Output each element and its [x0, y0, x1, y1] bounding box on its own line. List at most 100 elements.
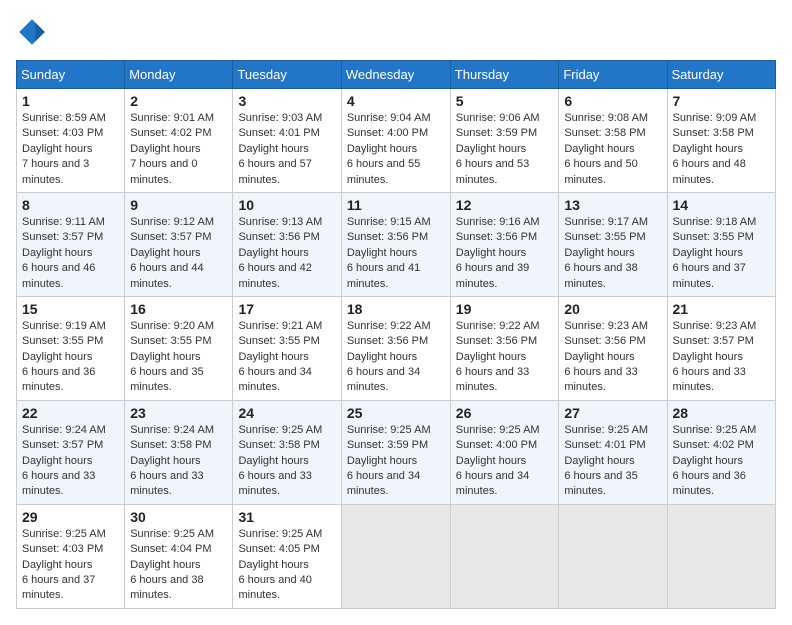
sunset-time: 3:58 PM [279, 439, 320, 451]
sunset-label: Sunset: [22, 231, 62, 243]
sunset-time: 3:57 PM [713, 335, 754, 347]
sunset-time: 3:56 PM [279, 231, 320, 243]
day-number: 15 [22, 301, 119, 317]
calendar-cell: 29 Sunrise: 9:25 AM Sunset: 4:03 PM Dayl… [17, 504, 125, 608]
sunset-time: 4:00 PM [496, 439, 537, 451]
calendar-cell: 1 Sunrise: 8:59 AM Sunset: 4:03 PM Dayli… [17, 89, 125, 193]
daylight-duration: 6 hours and 41 minutes. [347, 262, 420, 289]
sunrise-label: Sunrise: [130, 424, 173, 436]
sunset-time: 3:56 PM [387, 231, 428, 243]
sunrise-time: 9:06 AM [499, 112, 539, 124]
cell-info: Sunrise: 9:23 AM Sunset: 3:57 PM Dayligh… [673, 319, 771, 396]
sunrise-time: 9:21 AM [282, 320, 322, 332]
sunset-time: 4:01 PM [279, 127, 320, 139]
daylight-duration: 6 hours and 48 minutes. [673, 158, 746, 185]
day-number: 1 [22, 93, 119, 109]
day-number: 2 [130, 93, 227, 109]
daylight-label: Daylight hours [456, 455, 526, 467]
sunrise-time: 9:12 AM [174, 216, 214, 228]
cell-info: Sunrise: 9:11 AM Sunset: 3:57 PM Dayligh… [22, 215, 119, 292]
sunrise-label: Sunrise: [347, 424, 390, 436]
sunset-time: 3:57 PM [171, 231, 212, 243]
calendar-cell: 2 Sunrise: 9:01 AM Sunset: 4:02 PM Dayli… [125, 89, 233, 193]
sunrise-time: 9:15 AM [390, 216, 430, 228]
sunset-time: 3:57 PM [62, 231, 103, 243]
sunset-time: 3:58 PM [713, 127, 754, 139]
daylight-duration: 6 hours and 53 minutes. [456, 158, 529, 185]
daylight-duration: 6 hours and 33 minutes. [22, 470, 95, 497]
day-number: 3 [238, 93, 335, 109]
calendar-cell: 14 Sunrise: 9:18 AM Sunset: 3:55 PM Dayl… [667, 192, 776, 296]
sunset-label: Sunset: [564, 335, 604, 347]
daylight-label: Daylight hours [22, 247, 92, 259]
daylight-label: Daylight hours [564, 143, 634, 155]
calendar-week-3: 15 Sunrise: 9:19 AM Sunset: 3:55 PM Dayl… [17, 296, 776, 400]
day-number: 11 [347, 197, 445, 213]
cell-info: Sunrise: 9:12 AM Sunset: 3:57 PM Dayligh… [130, 215, 227, 292]
sunset-time: 3:58 PM [605, 127, 646, 139]
cell-info: Sunrise: 9:25 AM Sunset: 4:00 PM Dayligh… [456, 423, 554, 500]
sunset-label: Sunset: [456, 439, 496, 451]
calendar-cell [667, 504, 776, 608]
sunset-label: Sunset: [347, 231, 387, 243]
sunrise-time: 9:16 AM [499, 216, 539, 228]
calendar-cell: 19 Sunrise: 9:22 AM Sunset: 3:56 PM Dayl… [450, 296, 559, 400]
weekday-header-friday: Friday [559, 61, 667, 89]
sunrise-time: 9:25 AM [390, 424, 430, 436]
sunset-label: Sunset: [130, 231, 170, 243]
daylight-duration: 6 hours and 40 minutes. [238, 574, 311, 601]
day-number: 19 [456, 301, 554, 317]
daylight-label: Daylight hours [22, 559, 92, 571]
cell-info: Sunrise: 9:24 AM Sunset: 3:58 PM Dayligh… [130, 423, 227, 500]
sunrise-label: Sunrise: [130, 528, 173, 540]
day-number: 25 [347, 405, 445, 421]
sunset-time: 3:55 PM [171, 335, 212, 347]
sunset-label: Sunset: [564, 439, 604, 451]
sunrise-label: Sunrise: [347, 112, 390, 124]
daylight-label: Daylight hours [130, 247, 200, 259]
daylight-duration: 6 hours and 34 minutes. [347, 366, 420, 393]
calendar-cell: 24 Sunrise: 9:25 AM Sunset: 3:58 PM Dayl… [233, 400, 341, 504]
sunset-label: Sunset: [238, 335, 278, 347]
sunset-time: 3:56 PM [496, 231, 537, 243]
cell-info: Sunrise: 9:22 AM Sunset: 3:56 PM Dayligh… [456, 319, 554, 396]
daylight-label: Daylight hours [22, 143, 92, 155]
cell-info: Sunrise: 9:24 AM Sunset: 3:57 PM Dayligh… [22, 423, 119, 500]
calendar-cell: 26 Sunrise: 9:25 AM Sunset: 4:00 PM Dayl… [450, 400, 559, 504]
cell-info: Sunrise: 9:23 AM Sunset: 3:56 PM Dayligh… [564, 319, 661, 396]
daylight-label: Daylight hours [347, 351, 417, 363]
sunset-time: 4:03 PM [62, 543, 103, 555]
sunset-label: Sunset: [673, 439, 713, 451]
daylight-label: Daylight hours [130, 455, 200, 467]
sunset-label: Sunset: [347, 335, 387, 347]
day-number: 5 [456, 93, 554, 109]
sunrise-time: 9:24 AM [65, 424, 105, 436]
sunset-time: 3:56 PM [387, 335, 428, 347]
sunrise-time: 9:19 AM [65, 320, 105, 332]
sunrise-label: Sunrise: [456, 320, 499, 332]
calendar-cell: 25 Sunrise: 9:25 AM Sunset: 3:59 PM Dayl… [341, 400, 450, 504]
sunrise-label: Sunrise: [456, 112, 499, 124]
calendar-week-2: 8 Sunrise: 9:11 AM Sunset: 3:57 PM Dayli… [17, 192, 776, 296]
daylight-label: Daylight hours [456, 143, 526, 155]
calendar-cell: 6 Sunrise: 9:08 AM Sunset: 3:58 PM Dayli… [559, 89, 667, 193]
calendar-cell [559, 504, 667, 608]
daylight-label: Daylight hours [564, 247, 634, 259]
sunrise-label: Sunrise: [238, 424, 281, 436]
day-number: 14 [673, 197, 771, 213]
sunrise-label: Sunrise: [130, 216, 173, 228]
daylight-duration: 7 hours and 0 minutes. [130, 158, 197, 185]
sunset-time: 4:03 PM [62, 127, 103, 139]
cell-info: Sunrise: 9:15 AM Sunset: 3:56 PM Dayligh… [347, 215, 445, 292]
sunrise-label: Sunrise: [22, 320, 65, 332]
daylight-duration: 7 hours and 3 minutes. [22, 158, 89, 185]
cell-info: Sunrise: 9:01 AM Sunset: 4:02 PM Dayligh… [130, 111, 227, 188]
cell-info: Sunrise: 9:25 AM Sunset: 3:58 PM Dayligh… [238, 423, 335, 500]
daylight-duration: 6 hours and 33 minutes. [673, 366, 746, 393]
sunrise-label: Sunrise: [673, 424, 716, 436]
sunset-label: Sunset: [238, 231, 278, 243]
daylight-label: Daylight hours [673, 247, 743, 259]
calendar-cell: 3 Sunrise: 9:03 AM Sunset: 4:01 PM Dayli… [233, 89, 341, 193]
sunrise-label: Sunrise: [22, 528, 65, 540]
daylight-duration: 6 hours and 34 minutes. [238, 366, 311, 393]
